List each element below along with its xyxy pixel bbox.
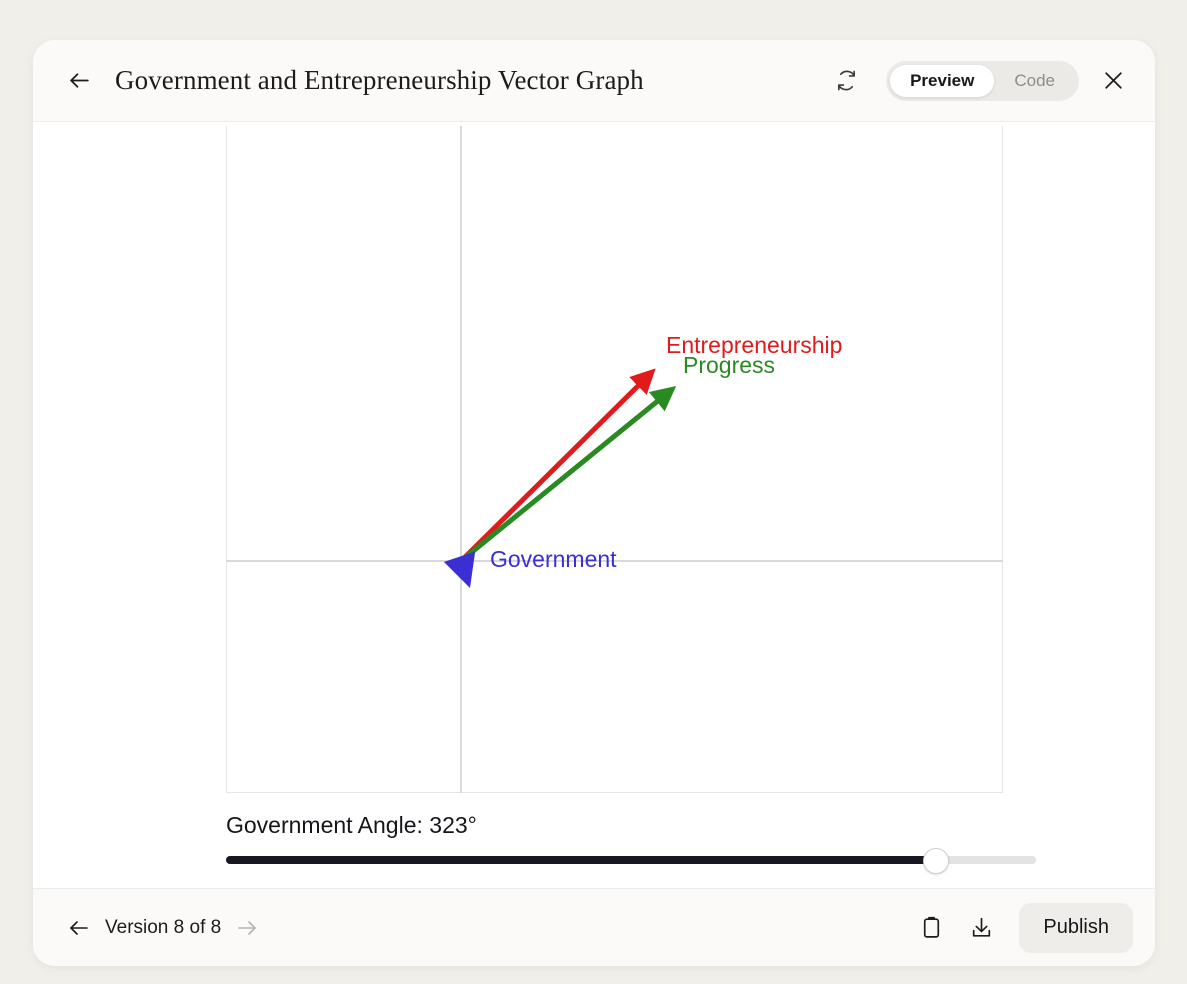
close-button[interactable] [1093, 61, 1133, 101]
back-button[interactable] [59, 61, 99, 101]
artifact-content: Entrepreneurship Progress Government Gov… [33, 122, 1155, 888]
tab-code[interactable]: Code [994, 65, 1075, 97]
government-angle-slider[interactable] [226, 848, 1036, 874]
arrow-left-icon [70, 920, 88, 935]
previous-version-button[interactable] [59, 908, 99, 948]
entrepreneurship-vector [459, 368, 656, 563]
publish-button[interactable]: Publish [1019, 902, 1133, 953]
slider-fill [226, 856, 935, 864]
download-icon [972, 917, 991, 937]
next-version-button[interactable] [227, 908, 267, 948]
government-angle-label: Government Angle: 323° [226, 812, 477, 838]
close-icon [1104, 72, 1122, 89]
government-vector [443, 551, 476, 588]
header-actions: Preview Code [826, 60, 1133, 101]
tab-preview[interactable]: Preview [890, 64, 995, 97]
artifact-header: Government and Entrepreneurship Vector G… [33, 40, 1155, 122]
download-button[interactable] [961, 908, 1001, 948]
copy-button[interactable] [911, 908, 951, 948]
slider-thumb[interactable] [923, 848, 949, 874]
version-indicator: Version 8 of 8 [105, 916, 222, 938]
arrow-left-icon [69, 73, 89, 88]
vector-arrows [443, 368, 677, 588]
controls-panel: Government Angle: 323° Government Magnit… [226, 812, 1036, 888]
government-label: Government [490, 546, 617, 572]
progress-label: Progress [683, 352, 776, 378]
arrow-right-icon [238, 920, 257, 935]
artifact-footer: Version 8 of 8 Publish [33, 888, 1155, 966]
progress-vector [459, 385, 677, 563]
refresh-icon [837, 70, 855, 91]
view-mode-toggle: Preview Code [886, 60, 1079, 101]
vector-graph: Entrepreneurship Progress Government [226, 126, 1003, 793]
artifact-panel: Government and Entrepreneurship Vector G… [33, 40, 1155, 966]
refresh-button[interactable] [826, 61, 866, 101]
control-government-angle: Government Angle: 323° [226, 812, 1036, 874]
footer-actions: Publish [911, 902, 1133, 953]
clipboard-icon [923, 916, 939, 938]
page-title: Government and Entrepreneurship Vector G… [115, 65, 644, 95]
